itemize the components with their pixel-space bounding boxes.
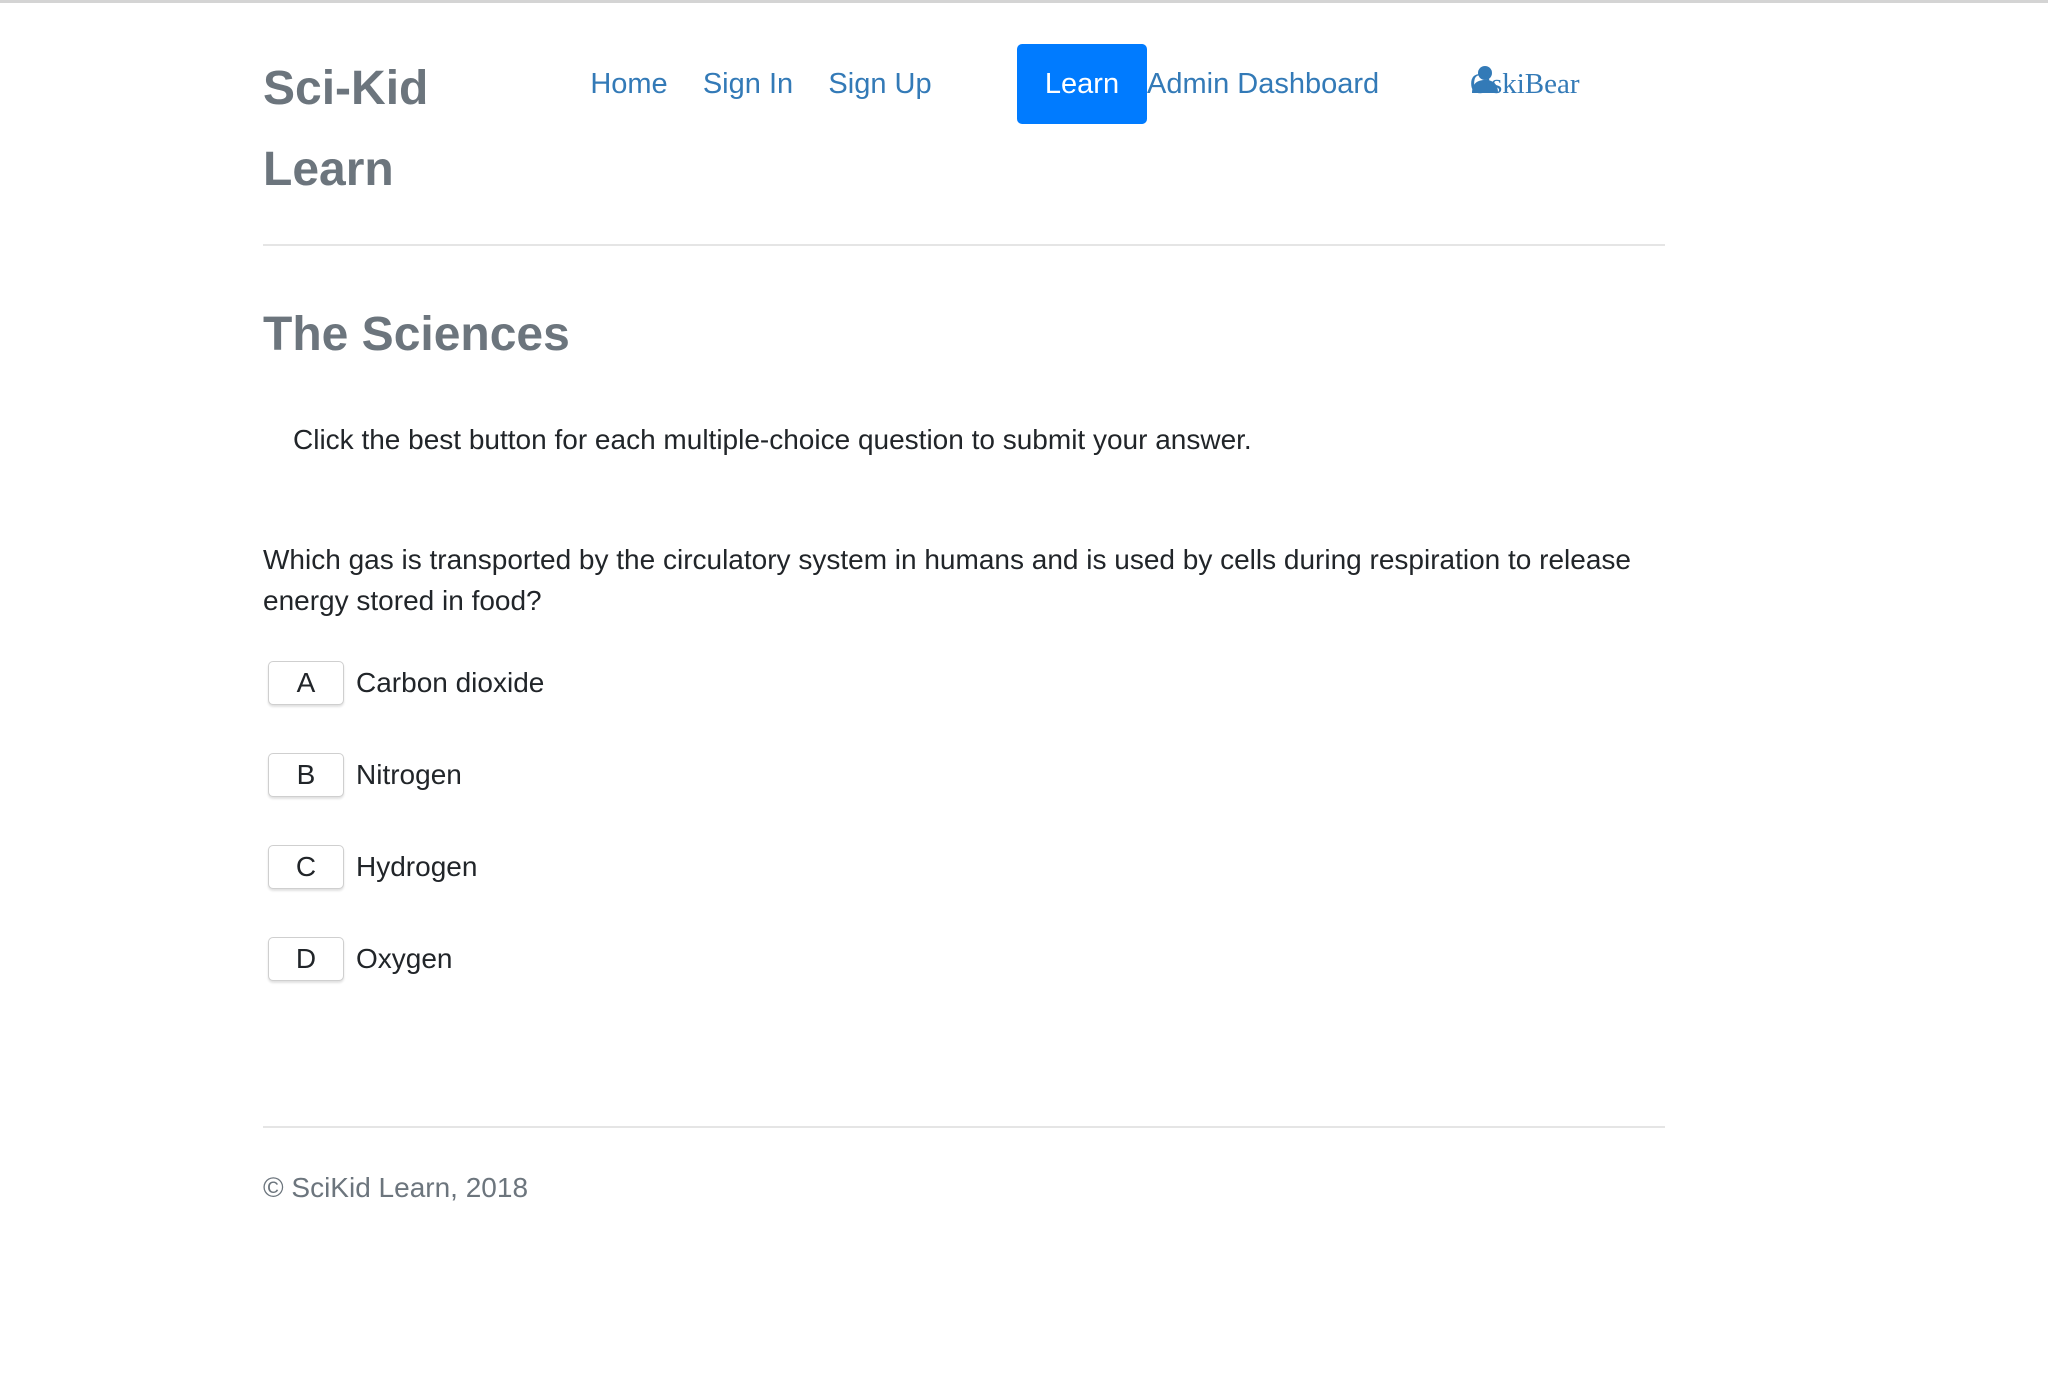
footer-divider [263,1126,1665,1128]
answer-text-b: Nitrogen [356,759,462,790]
answer-button-c[interactable]: C [268,845,344,889]
answer-choice-a: A Carbon dioxide [268,660,544,706]
answer-text-c: Hydrogen [356,851,478,882]
question-text: Which gas is transported by the circulat… [263,544,1631,616]
answer-choice-c: C Hydrogen [268,844,477,890]
nav-home[interactable]: Home [574,44,684,124]
nav-sign-up[interactable]: Sign Up [812,44,948,124]
brand-logo[interactable]: Sci-Kid Learn [263,48,463,210]
answer-choice-d: D Oxygen [268,936,453,982]
browser-top-border [0,0,2048,3]
footer-copyright: © SciKid Learn, 2018 [263,1172,529,1203]
user-menu[interactable]: OskiBear [1470,44,1580,124]
answer-button-d[interactable]: D [268,937,344,981]
answer-text-d: Oxygen [356,943,453,974]
nav-admin-dashboard[interactable]: Admin Dashboard [1147,44,1379,124]
answer-choice-b: B Nitrogen [268,752,462,798]
answer-text-a: Carbon dioxide [356,667,545,698]
nav-sign-in[interactable]: Sign In [684,44,812,124]
answer-button-a[interactable]: A [268,661,344,705]
answer-button-b[interactable]: B [268,753,344,797]
user-name-link[interactable]: OskiBear [1470,44,1580,124]
instructions-text: Click the best button for each multiple-… [293,424,1252,455]
header-divider [263,244,1665,246]
brand-line-2: Learn [263,143,394,196]
brand-line-1: Sci-Kid [263,62,429,115]
page-title: The Sciences [263,308,570,361]
nav-learn[interactable]: Learn [1017,44,1147,124]
